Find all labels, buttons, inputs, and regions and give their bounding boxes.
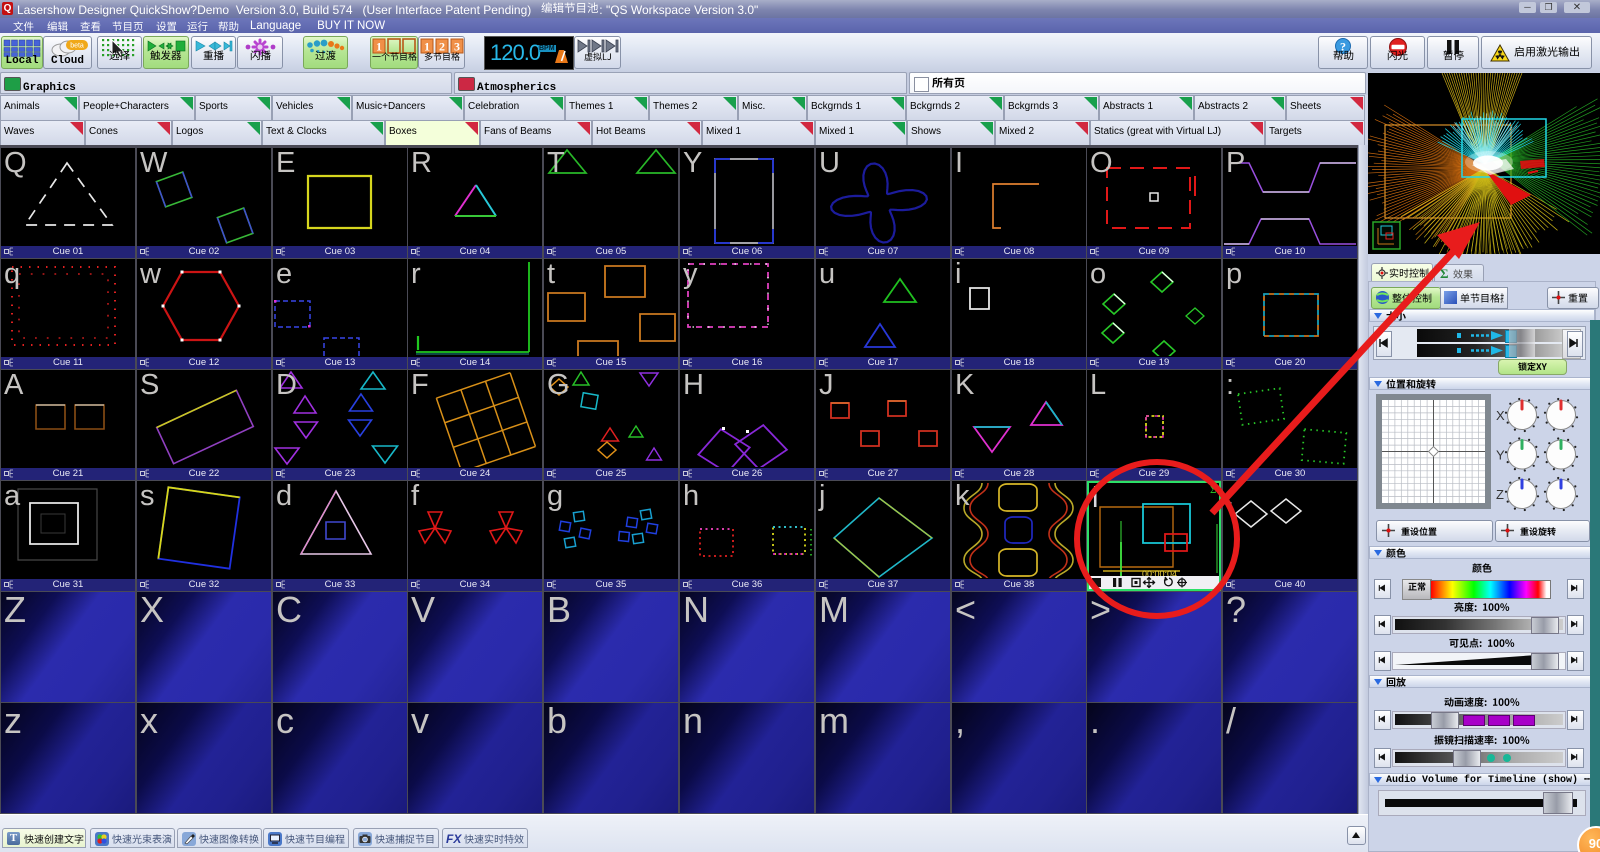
svg-text:X: X: [1496, 408, 1505, 423]
svg-text:beta: beta: [70, 43, 84, 50]
svg-text:Z: Z: [1496, 487, 1504, 502]
svg-text:Σ: Σ: [1210, 484, 1216, 496]
svg-text:Y: Y: [1496, 448, 1505, 463]
